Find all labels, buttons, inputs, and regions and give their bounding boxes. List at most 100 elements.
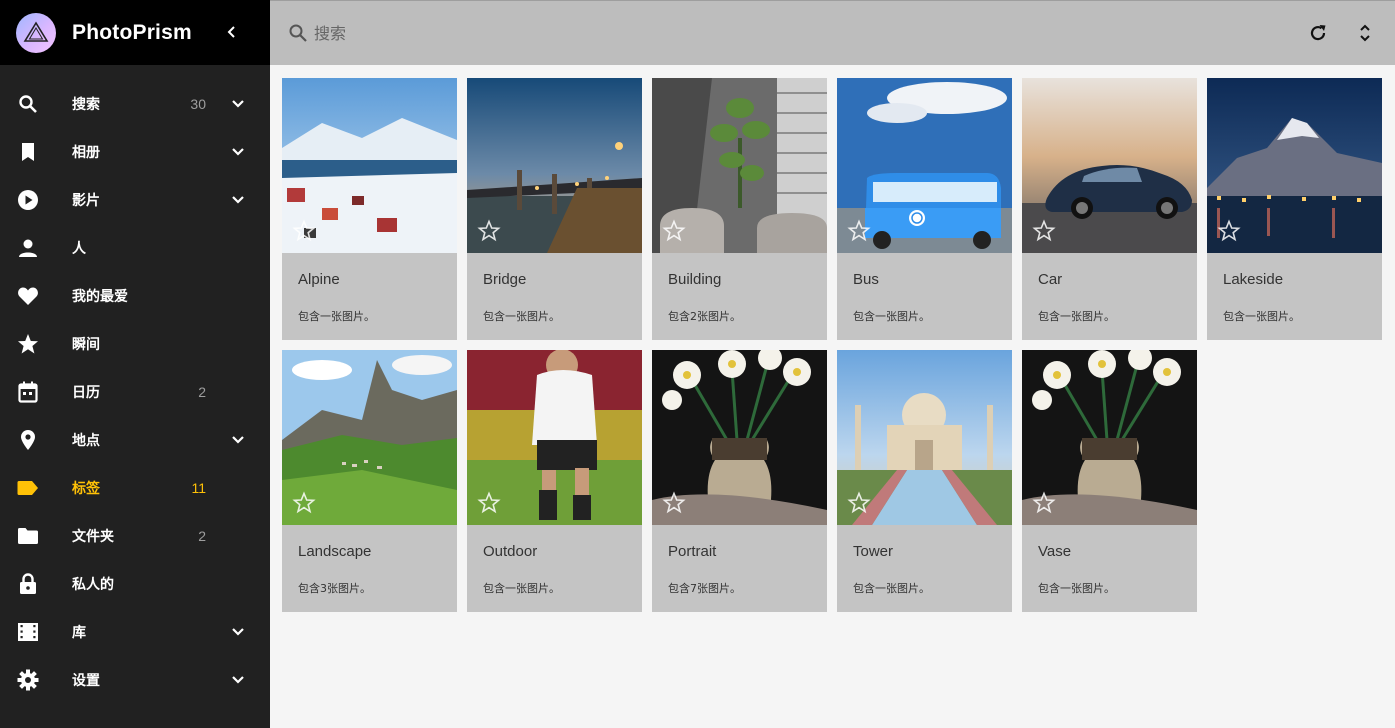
nav-count: 2 <box>198 528 206 544</box>
nav-item-labels[interactable]: 标签 11 <box>0 464 270 512</box>
favorite-star-icon[interactable] <box>847 491 871 515</box>
refresh-button[interactable] <box>1306 21 1330 45</box>
nav-item-people[interactable]: 人 <box>0 224 270 272</box>
favorite-star-icon[interactable] <box>1032 219 1056 243</box>
favorite-star-icon[interactable] <box>662 491 686 515</box>
chevron-down-icon[interactable] <box>226 620 250 644</box>
lock-icon <box>16 572 40 596</box>
nav-label: 瞬间 <box>72 336 100 352</box>
search-input[interactable] <box>314 19 714 47</box>
nav-label: 我的最爱 <box>72 288 128 304</box>
label-title: Building <box>668 271 722 288</box>
label-count: 包含一张图片。 <box>1223 310 1300 323</box>
collapse-drawer-button[interactable] <box>222 22 242 42</box>
drawer-header: PhotoPrism <box>0 0 270 65</box>
nav-list: 搜索 30 相册 影片 人 我的最爱 瞬间 日历 2 地点 标签 11 文件夹 … <box>0 65 270 704</box>
label-card-tower[interactable]: Tower 包含一张图片。 <box>837 350 1012 612</box>
nav-item-moments[interactable]: 瞬间 <box>0 320 270 368</box>
search-icon <box>288 23 308 43</box>
chevron-down-icon[interactable] <box>226 668 250 692</box>
favorite-star-icon[interactable] <box>477 491 501 515</box>
label-count: 包含2张图片。 <box>668 310 741 323</box>
label-title: Portrait <box>668 543 717 560</box>
label-card-vase[interactable]: Vase 包含一张图片。 <box>1022 350 1197 612</box>
label-count: 包含一张图片。 <box>853 310 930 323</box>
label-card-bus[interactable]: Bus 包含一张图片。 <box>837 78 1012 340</box>
star-icon <box>16 332 40 356</box>
person-icon <box>16 236 40 260</box>
nav-item-library[interactable]: 库 <box>0 608 270 656</box>
nav-label: 搜索 <box>72 96 100 112</box>
label-thumbnail <box>837 350 1012 525</box>
chevron-down-icon[interactable] <box>226 92 250 116</box>
label-thumbnail <box>282 350 457 525</box>
nav-label: 私人的 <box>72 576 114 592</box>
label-thumbnail <box>467 78 642 253</box>
label-title: Alpine <box>298 271 340 288</box>
label-thumbnail <box>652 350 827 525</box>
nav-item-calendar[interactable]: 日历 2 <box>0 368 270 416</box>
label-card-car[interactable]: Car 包含一张图片。 <box>1022 78 1197 340</box>
label-count: 包含一张图片。 <box>483 582 560 595</box>
favorite-star-icon[interactable] <box>847 219 871 243</box>
nav-label: 标签 <box>72 480 100 496</box>
app-logo[interactable] <box>16 12 56 53</box>
heart-icon <box>16 284 40 308</box>
nav-item-search[interactable]: 搜索 30 <box>0 80 270 128</box>
label-count: 包含一张图片。 <box>298 310 375 323</box>
label-card-building[interactable]: Building 包含2张图片。 <box>652 78 827 340</box>
nav-item-places[interactable]: 地点 <box>0 416 270 464</box>
label-title: Bridge <box>483 271 527 288</box>
label-thumbnail <box>1022 78 1197 253</box>
label-count: 包含一张图片。 <box>1038 310 1115 323</box>
nav-item-private[interactable]: 私人的 <box>0 560 270 608</box>
folder-icon <box>16 524 40 548</box>
label-count: 包含一张图片。 <box>853 582 930 595</box>
nav-count: 30 <box>190 96 206 112</box>
toolbar <box>270 0 1395 65</box>
chevron-down-icon[interactable] <box>226 428 250 452</box>
label-thumbnail <box>467 350 642 525</box>
label-card-outdoor[interactable]: Outdoor 包含一张图片。 <box>467 350 642 612</box>
map-pin-icon <box>16 428 40 452</box>
label-title: Outdoor <box>483 543 538 560</box>
nav-label: 相册 <box>72 144 100 160</box>
nav-item-settings[interactable]: 设置 <box>0 656 270 704</box>
unfold-icon <box>1360 24 1370 42</box>
nav-item-favorites[interactable]: 我的最爱 <box>0 272 270 320</box>
favorite-star-icon[interactable] <box>292 491 316 515</box>
label-card-bridge[interactable]: Bridge 包含一张图片。 <box>467 78 642 340</box>
chevron-down-icon[interactable] <box>226 188 250 212</box>
label-card-lakeside[interactable]: Lakeside 包含一张图片。 <box>1207 78 1382 340</box>
favorite-star-icon[interactable] <box>662 219 686 243</box>
favorite-star-icon[interactable] <box>1032 491 1056 515</box>
nav-count: 11 <box>191 480 206 496</box>
favorite-star-icon[interactable] <box>292 219 316 243</box>
label-count: 包含7张图片。 <box>668 582 741 595</box>
label-count: 包含3张图片。 <box>298 582 371 595</box>
label-thumbnail <box>1022 350 1197 525</box>
label-thumbnail <box>282 78 457 253</box>
expand-toolbar-button[interactable] <box>1353 21 1377 45</box>
label-count: 包含一张图片。 <box>1038 582 1115 595</box>
nav-label: 影片 <box>72 192 100 208</box>
favorite-star-icon[interactable] <box>1217 219 1241 243</box>
nav-item-folders[interactable]: 文件夹 2 <box>0 512 270 560</box>
library-film-icon <box>16 620 40 644</box>
label-card-portrait[interactable]: Portrait 包含7张图片。 <box>652 350 827 612</box>
navigation-drawer: PhotoPrism 搜索 30 相册 影片 人 我的最爱 瞬间 日历 2 地点… <box>0 0 270 728</box>
label-thumbnail <box>1207 78 1382 253</box>
chevron-left-icon <box>227 26 235 38</box>
nav-label: 日历 <box>72 384 100 400</box>
nav-label: 设置 <box>72 672 100 688</box>
favorite-star-icon[interactable] <box>477 219 501 243</box>
label-card-alpine[interactable]: Alpine 包含一张图片。 <box>282 78 457 340</box>
label-thumbnail <box>652 78 827 253</box>
chevron-down-icon[interactable] <box>226 140 250 164</box>
label-count: 包含一张图片。 <box>483 310 560 323</box>
label-card-landscape[interactable]: Landscape 包含3张图片。 <box>282 350 457 612</box>
nav-label: 地点 <box>72 432 100 448</box>
nav-item-albums[interactable]: 相册 <box>0 128 270 176</box>
label-title: Bus <box>853 271 879 288</box>
nav-item-videos[interactable]: 影片 <box>0 176 270 224</box>
